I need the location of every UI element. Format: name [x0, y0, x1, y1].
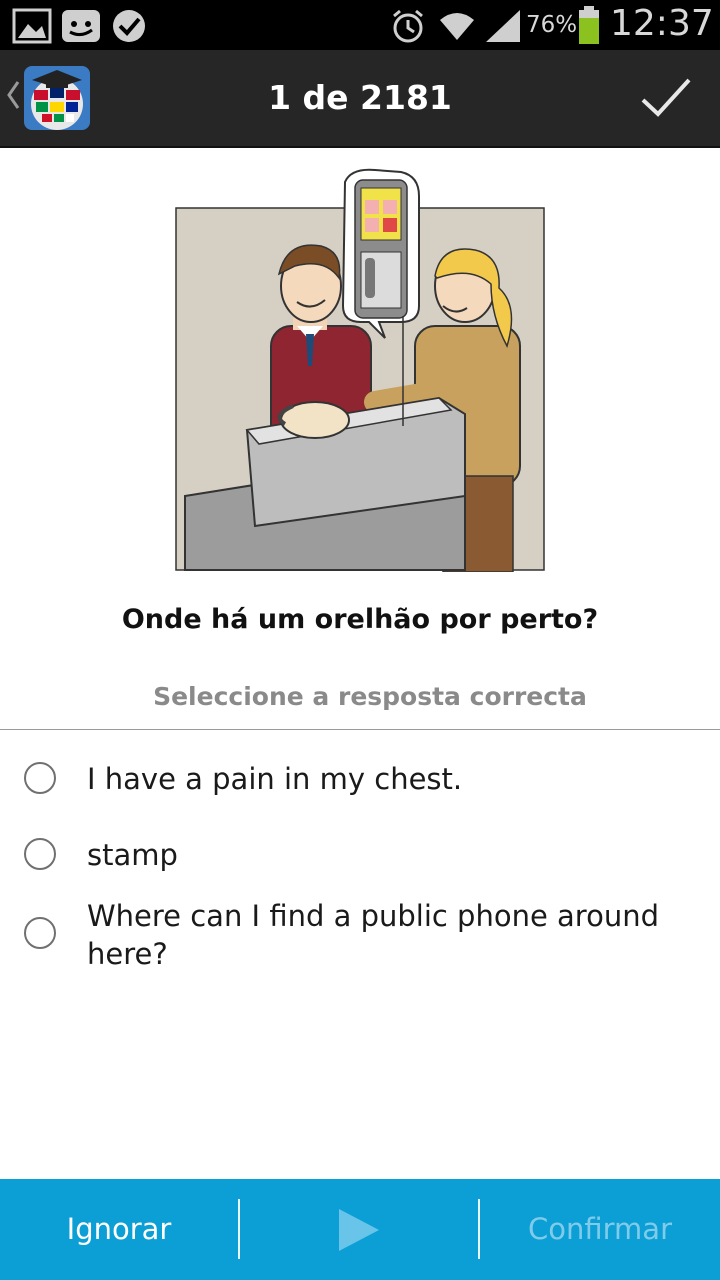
clock: 12:37 [610, 3, 714, 44]
status-bar: 76% 12:37 [0, 0, 720, 50]
play-icon [339, 1209, 379, 1251]
answer-option-2[interactable]: stamp [0, 826, 720, 886]
wifi-icon [440, 13, 474, 40]
alarm-icon [393, 9, 423, 43]
battery-icon [579, 6, 599, 44]
gallery-icon [12, 8, 52, 44]
checkmark-icon[interactable] [640, 76, 692, 120]
instruction-text: Seleccione a resposta correcta [153, 682, 587, 711]
option-label: Where can I find a public phone around h… [87, 899, 659, 971]
check-badge-icon [113, 10, 145, 42]
question-illustration [175, 168, 545, 572]
radio-button[interactable] [24, 762, 56, 794]
messenger-icon [62, 10, 100, 42]
confirm-button[interactable]: Confirmar [480, 1179, 720, 1280]
answer-option-3[interactable]: Where can I find a public phone around h… [0, 895, 720, 975]
option-label: stamp [87, 838, 178, 872]
radio-button[interactable] [24, 838, 56, 870]
answer-option-1[interactable]: I have a pain in my chest. [0, 750, 720, 810]
question-text: Onde há um orelhão por perto? [121, 604, 599, 635]
page-title: 1 de 2181 [268, 78, 452, 117]
back-chevron-icon[interactable] [6, 80, 20, 110]
app-logo[interactable] [24, 66, 90, 130]
battery-percent: 76% [526, 12, 578, 38]
bottom-bar: Ignorar Confirmar [0, 1179, 720, 1280]
divider [0, 729, 720, 730]
radio-button[interactable] [24, 917, 56, 949]
skip-button[interactable]: Ignorar [0, 1179, 238, 1280]
action-bar: 1 de 2181 [0, 50, 720, 148]
signal-icon [486, 10, 520, 42]
play-button[interactable] [240, 1179, 478, 1280]
option-label: I have a pain in my chest. [87, 762, 463, 796]
